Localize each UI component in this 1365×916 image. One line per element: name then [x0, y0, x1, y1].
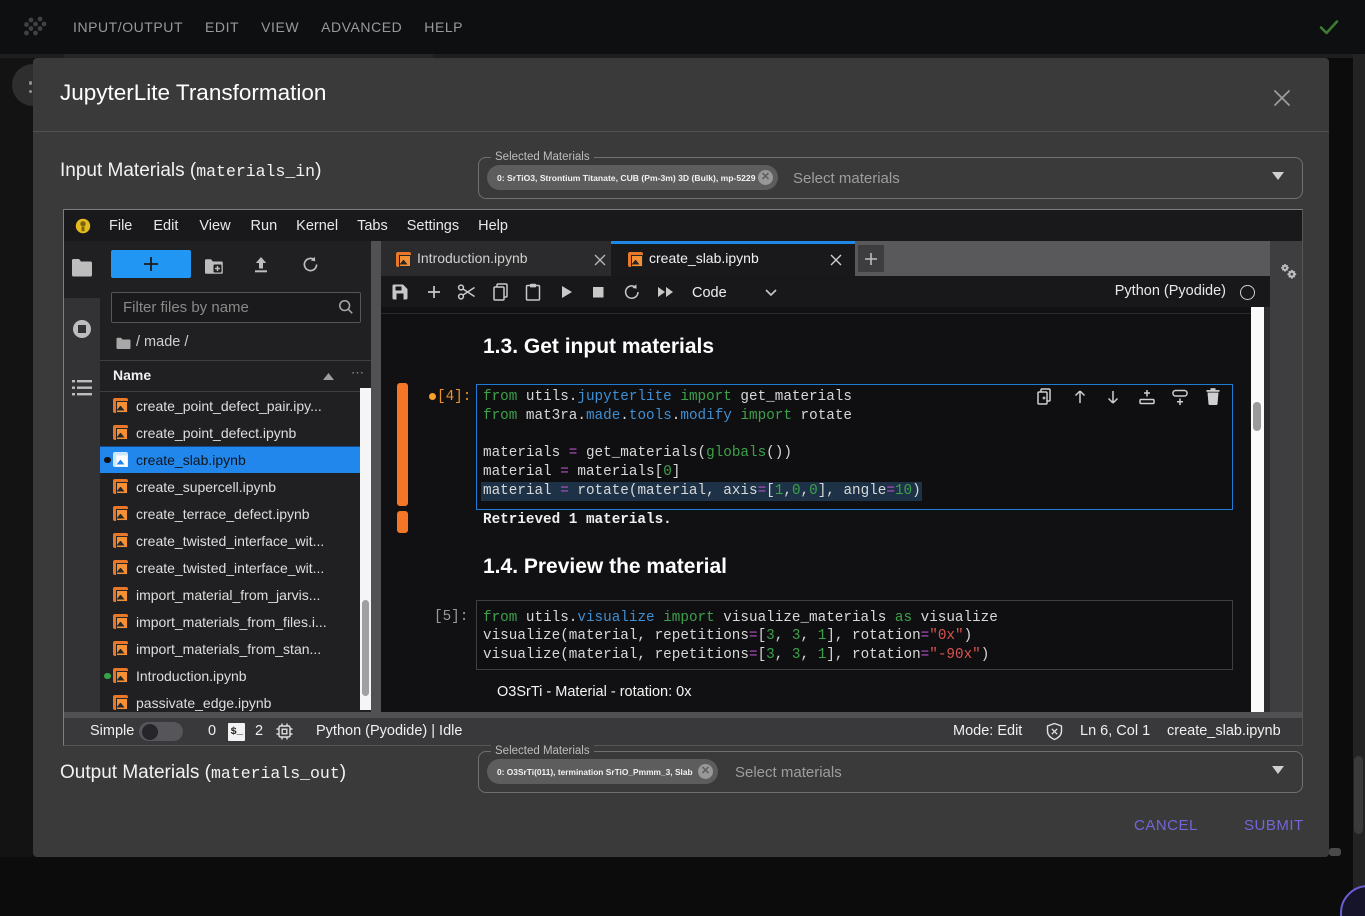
- svg-text:Code: Code: [692, 285, 727, 301]
